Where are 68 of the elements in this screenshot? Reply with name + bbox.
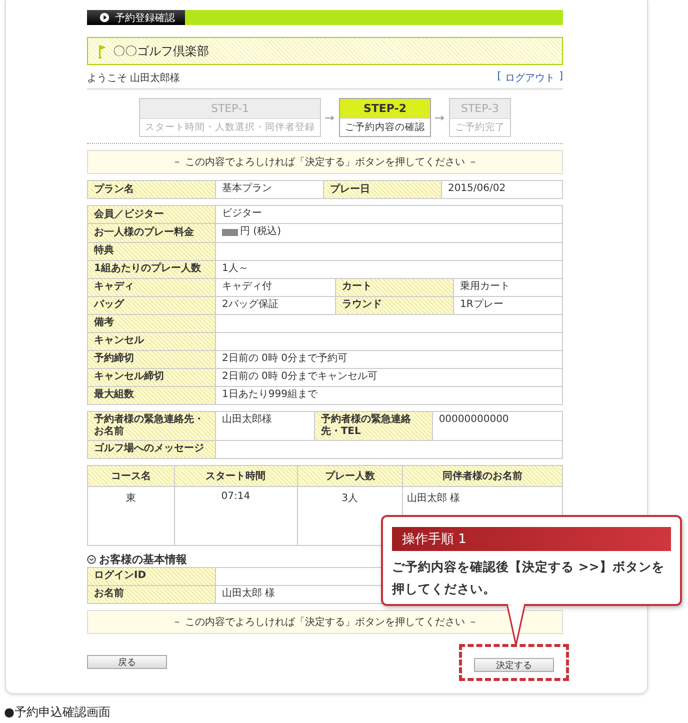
table-cell: 3人 — [342, 492, 358, 504]
field-label: 最大組数 — [88, 386, 216, 404]
field-label: 予約者様の緊急連絡先・TEL — [314, 411, 432, 440]
field-value: 基本プラン — [222, 183, 272, 195]
field-label: 予約者様の緊急連絡先・お名前 — [88, 411, 216, 440]
back-button[interactable]: 戻る — [87, 655, 167, 669]
field-label: 特典 — [88, 242, 216, 260]
section-title: お客様の基本情報 — [99, 552, 187, 566]
column-header: スタート時間 — [174, 465, 298, 486]
logout-link[interactable]: ログアウト — [505, 71, 556, 85]
field-label: バッグ — [88, 296, 216, 314]
field-value: 1人～ — [222, 262, 248, 274]
submit-button[interactable]: 決定する — [474, 658, 554, 672]
field-label: プレー日 — [323, 180, 442, 198]
field-value: 2015/06/02 — [448, 183, 506, 195]
club-name: 〇〇ゴルフ倶楽部 — [113, 42, 209, 60]
field-label: お一人様のプレー料金 — [88, 224, 216, 242]
field-label: 備考 — [88, 314, 216, 332]
play-icon — [99, 12, 110, 23]
field-value: 00000000000 — [438, 414, 509, 426]
step-caption: ご予約完了 — [450, 118, 510, 136]
field-value: 山田太郎 様 — [222, 588, 276, 600]
page-title: 予約登録確認 — [115, 12, 175, 24]
bracket: [ — [497, 71, 502, 84]
callout-text: ご予約内容を確認後【決定する >>】ボタンを押してください。 — [392, 558, 666, 598]
arrow-icon — [435, 114, 445, 120]
table-cell: 山田太郎 様 — [406, 492, 460, 504]
field-label: 1組あたりのプレー人数 — [88, 260, 216, 278]
field-label: ゴルフ場へのメッセージ — [88, 440, 216, 458]
flag-icon — [98, 44, 107, 58]
field-value: 1Rプレー — [460, 298, 504, 310]
field-value: 2日前の 0時 0分まで予約可 — [222, 352, 348, 364]
step-label: STEP-1 — [140, 99, 320, 118]
callout-title: 操作手順 1 — [392, 526, 671, 551]
column-header: プレー人数 — [297, 465, 402, 486]
field-value: 乗用カート — [460, 280, 510, 292]
field-label: 予約締切 — [88, 350, 216, 368]
field-label: 会員／ビジター — [88, 206, 216, 224]
field-label: キャンセル — [88, 332, 216, 350]
field-value: 山田太郎様 — [222, 414, 272, 426]
column-header: コース名 — [88, 465, 174, 486]
field-value: 2日前の 0時 0分までキャンセル可 — [222, 370, 378, 382]
step-label: STEP-3 — [450, 99, 510, 118]
table-cell: 07:14 — [221, 490, 250, 502]
field-value: 円 (税込) — [240, 226, 281, 238]
field-value: ビジター — [222, 208, 262, 220]
field-label: キャディ — [88, 278, 216, 296]
step-caption: スタート時間・人数選択・同伴者登録 — [140, 118, 320, 136]
field-label: プラン名 — [88, 180, 216, 198]
field-label: ログインID — [88, 567, 216, 585]
field-value: キャディ付 — [222, 280, 272, 292]
column-header: 同伴者様のお名前 — [402, 465, 562, 486]
arrow-icon — [325, 114, 335, 120]
field-value: 1日あたり999組まで — [222, 388, 318, 400]
step-label: STEP-2 — [340, 99, 430, 118]
notice-text: － この内容でよろしければ「決定する」ボタンを押してください － — [172, 157, 478, 168]
field-label: カート — [336, 278, 454, 296]
welcome-text: ようこそ 山田太郎様 — [87, 72, 180, 85]
circle-arrow-icon — [87, 554, 96, 564]
bracket: ] — [559, 71, 563, 84]
field-label: ラウンド — [336, 296, 454, 314]
step-caption: ご予約内容の確認 — [340, 118, 430, 136]
field-label: キャンセル締切 — [88, 368, 216, 386]
table-cell: 東 — [126, 492, 136, 504]
figure-caption: ●予約申込確認画面 — [4, 704, 110, 721]
field-value: 2バッグ保証 — [222, 298, 278, 310]
field-label: お名前 — [88, 585, 216, 603]
notice-text: － この内容でよろしければ「決定する」ボタンを押してください － — [172, 616, 478, 628]
